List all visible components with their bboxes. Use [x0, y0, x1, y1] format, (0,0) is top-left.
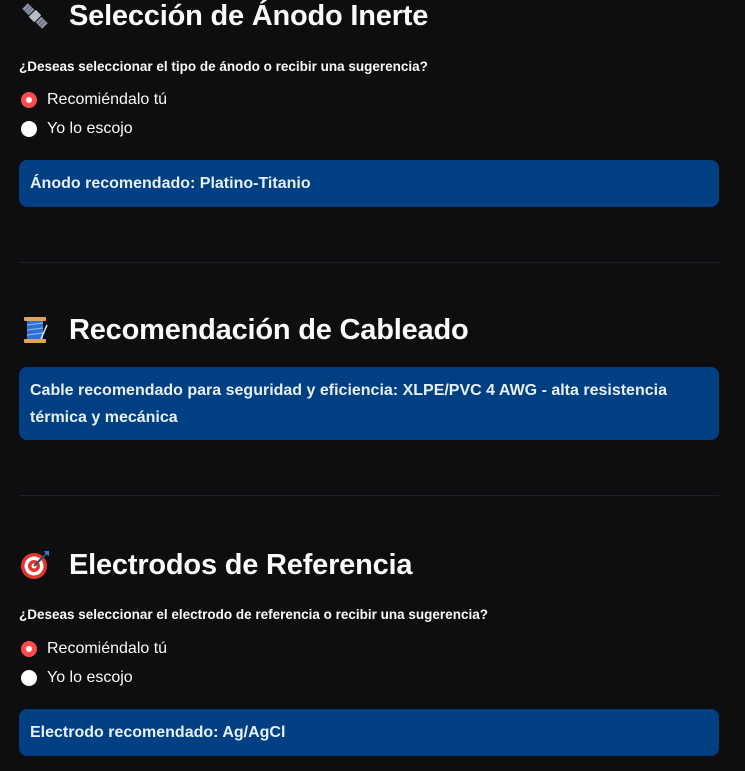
electrodes-title: Electrodos de Referencia	[69, 549, 413, 581]
cabling-title: Recomendación de Cableado	[69, 314, 469, 346]
anode-option-choose[interactable]: Yo lo escojo	[21, 114, 167, 143]
radio-selected-icon[interactable]	[21, 640, 37, 657]
electrodes-radio-group: Recomiéndalo tú Yo lo escojo	[21, 634, 167, 692]
radio-unselected-icon[interactable]	[21, 120, 37, 137]
app-page: Selección de Ánodo Inerte ¿Deseas selecc…	[0, 0, 745, 771]
cabling-recommendation-text: Cable recomendado para seguridad y efici…	[30, 382, 667, 426]
cabling-recommendation-box: Cable recomendado para seguridad y efici…	[19, 367, 719, 440]
anode-option-choose-label: Yo lo escojo	[47, 119, 133, 137]
electrodes-heading: Electrodos de Referencia	[19, 547, 719, 583]
electrodes-section: Electrodos de Referencia	[19, 547, 719, 583]
electrodes-option-choose[interactable]: Yo lo escojo	[21, 663, 167, 692]
anode-recommendation-box: Ánodo recomendado: Platino-Titanio	[19, 160, 719, 207]
electrodes-option-recommend[interactable]: Recomiéndalo tú	[21, 634, 167, 663]
target-dart-icon	[19, 549, 51, 581]
cabling-heading: Recomendación de Cableado	[19, 312, 719, 348]
electrodes-option-recommend-label: Recomiéndalo tú	[47, 639, 168, 657]
electrodes-recommendation-text: Electrodo recomendado: Ag/AgCl	[30, 724, 286, 741]
radio-unselected-icon[interactable]	[21, 669, 37, 686]
anode-title: Selección de Ánodo Inerte	[69, 0, 429, 32]
anode-option-recommend-label: Recomiéndalo tú	[47, 90, 168, 108]
satellite-icon	[19, 0, 51, 32]
electrodes-recommendation-box: Electrodo recomendado: Ag/AgCl	[19, 709, 719, 756]
anode-section: Selección de Ánodo Inerte	[19, 0, 719, 34]
electrodes-question: ¿Deseas seleccionar el electrodo de refe…	[19, 607, 488, 622]
anode-heading: Selección de Ánodo Inerte	[19, 0, 719, 34]
anode-radio-group: Recomiéndalo tú Yo lo escojo	[21, 85, 167, 143]
anode-recommendation-text: Ánodo recomendado: Platino-Titanio	[30, 175, 311, 192]
divider	[19, 495, 719, 496]
electrodes-option-choose-label: Yo lo escojo	[47, 668, 133, 686]
cabling-section: Recomendación de Cableado	[19, 312, 719, 348]
anode-question: ¿Deseas seleccionar el tipo de ánodo o r…	[19, 59, 428, 74]
anode-option-recommend[interactable]: Recomiéndalo tú	[21, 85, 167, 114]
divider	[19, 262, 719, 263]
thread-spool-icon	[19, 314, 51, 346]
radio-selected-icon[interactable]	[21, 91, 37, 108]
